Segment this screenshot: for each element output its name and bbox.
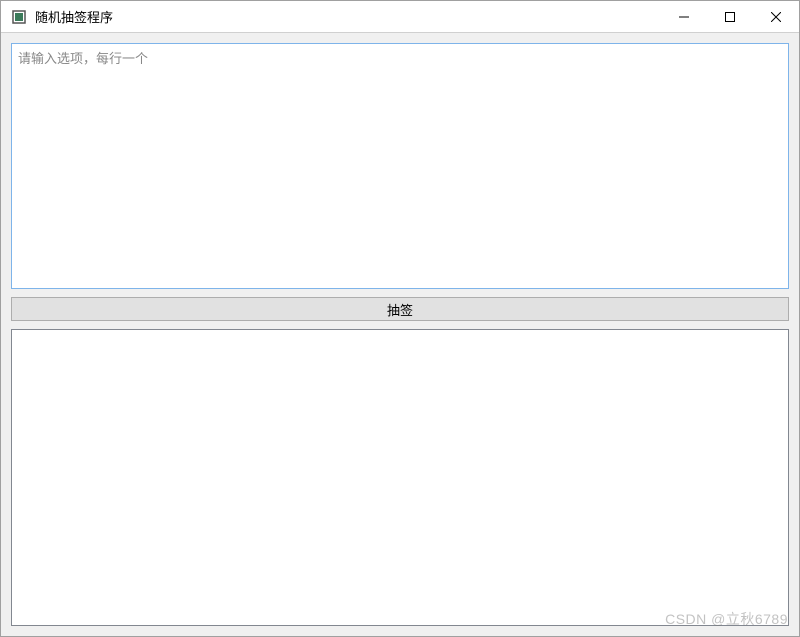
window-title: 随机抽签程序: [35, 7, 661, 26]
close-button[interactable]: [753, 1, 799, 32]
app-window: 随机抽签程序 抽签: [0, 0, 800, 637]
minimize-button[interactable]: [661, 1, 707, 32]
client-area: 抽签: [1, 33, 799, 636]
draw-button[interactable]: 抽签: [11, 297, 789, 321]
app-icon: [11, 9, 27, 25]
options-input[interactable]: [11, 43, 789, 289]
result-output: [11, 329, 789, 626]
window-controls: [661, 1, 799, 32]
titlebar[interactable]: 随机抽签程序: [1, 1, 799, 33]
maximize-button[interactable]: [707, 1, 753, 32]
